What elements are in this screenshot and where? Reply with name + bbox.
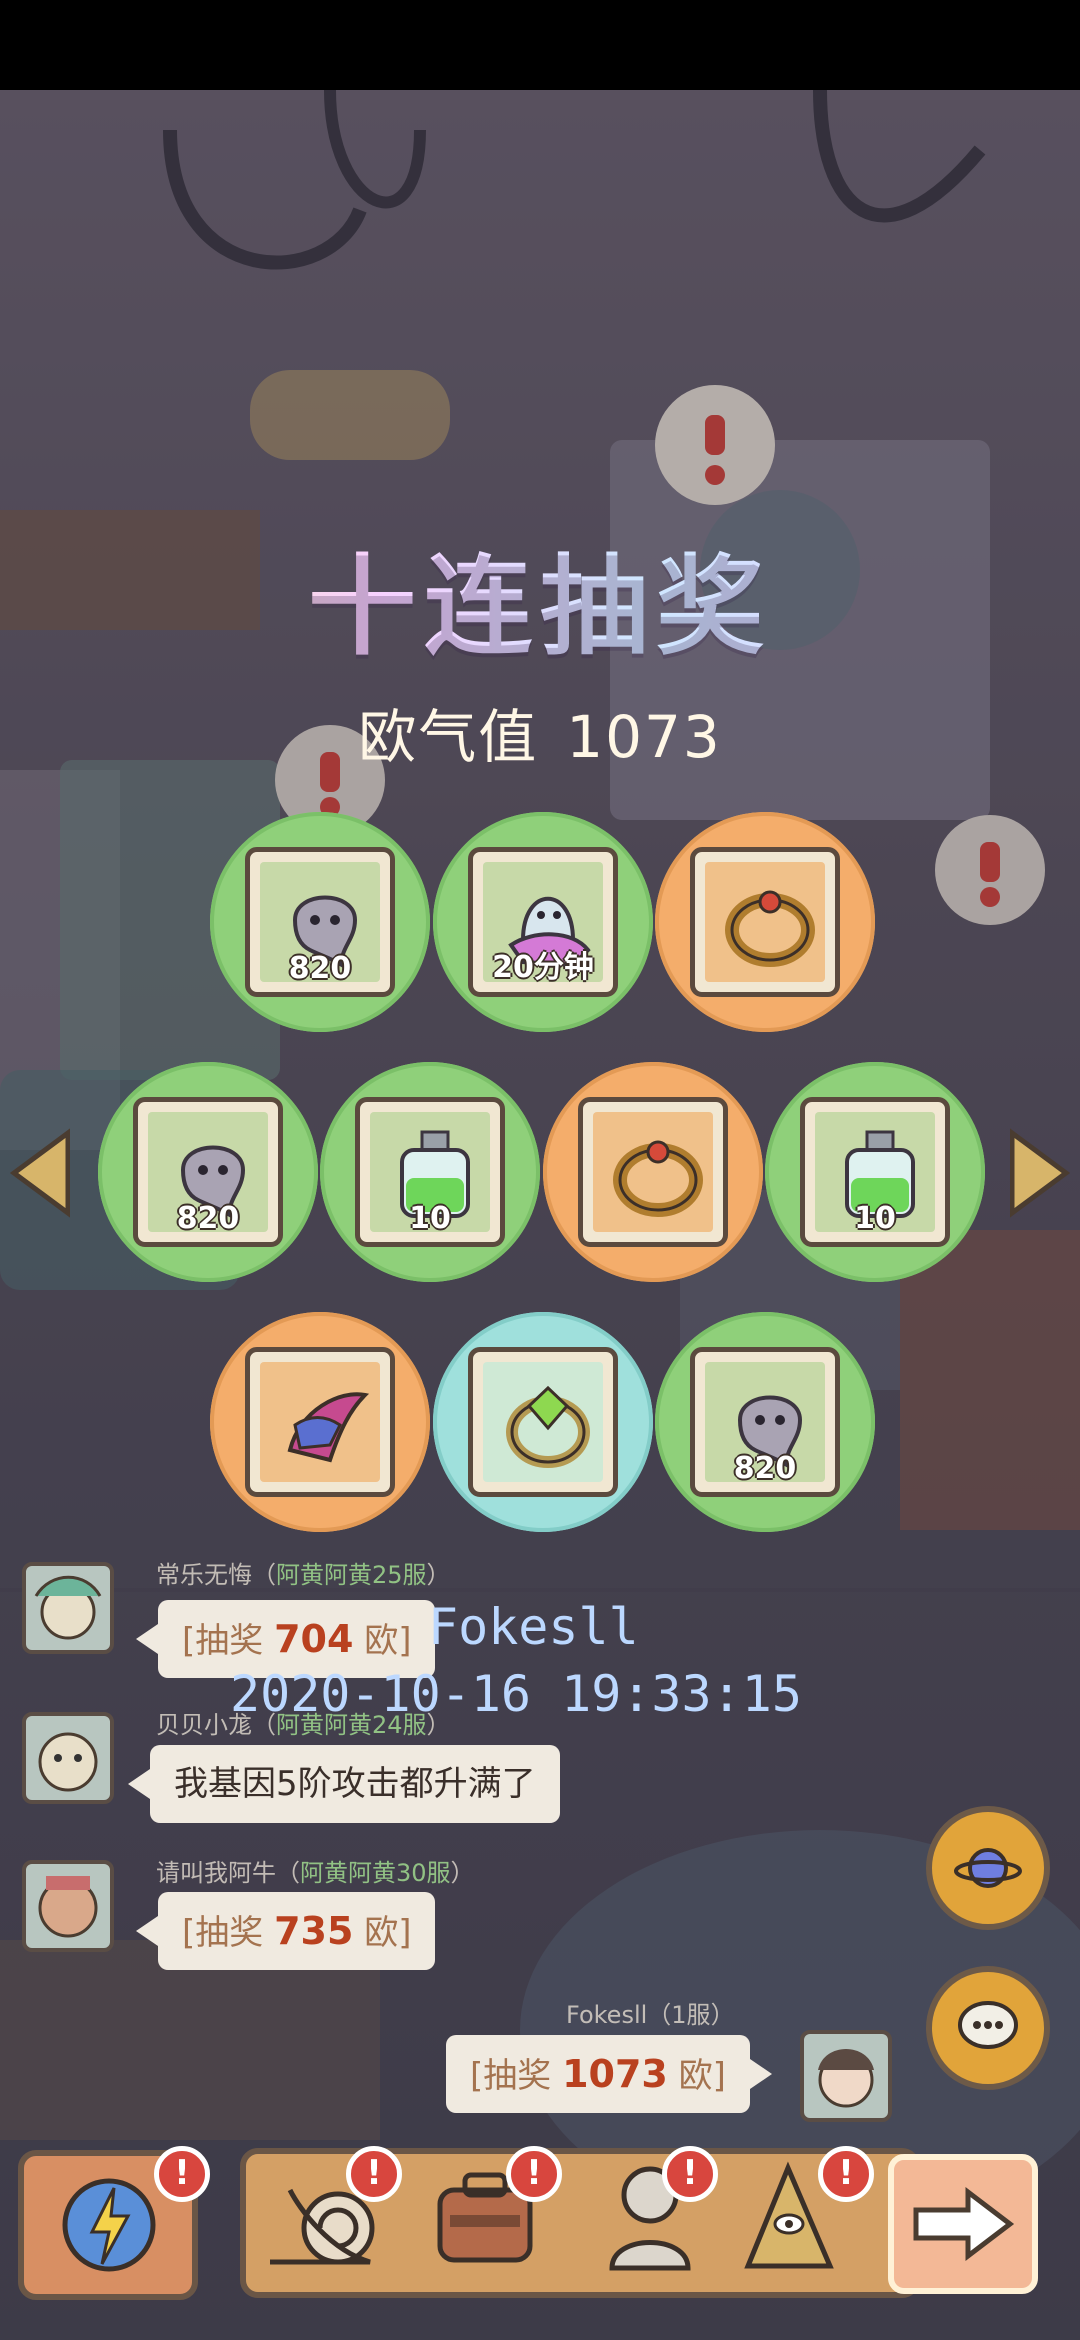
prize-slot[interactable] xyxy=(210,1312,430,1532)
prize-quantity: 10 xyxy=(854,1201,896,1236)
avatar[interactable] xyxy=(800,2030,892,2122)
chat-button[interactable] xyxy=(926,1966,1050,2090)
prize-quantity: 10 xyxy=(409,1201,451,1236)
avatar[interactable] xyxy=(22,1860,114,1952)
prize-slot[interactable]: 20分钟 xyxy=(433,812,653,1032)
prize-slot[interactable]: 10 xyxy=(765,1062,985,1282)
speech-bubble-icon xyxy=(958,2001,1018,2049)
prize-slot[interactable]: 820 xyxy=(210,812,430,1032)
prize-slot[interactable]: 820 xyxy=(655,1312,875,1532)
prize-card: 10 xyxy=(355,1097,505,1247)
prize-quantity: 820 xyxy=(733,1451,797,1486)
prize-quantity: 20分钟 xyxy=(492,950,594,985)
ring-icon xyxy=(725,890,815,967)
alert-badge: ! xyxy=(154,2146,210,2202)
prize-quantity: 820 xyxy=(288,951,352,986)
backpack-button[interactable]: ! xyxy=(420,2146,562,2290)
arrow-left-icon[interactable] xyxy=(10,1128,70,1218)
luck-value: 1073 xyxy=(566,703,722,771)
avatar[interactable] xyxy=(22,1562,114,1654)
chat-username: 常乐无悔（阿黄阿黄25服） xyxy=(156,1561,451,1589)
arrow-right-icon xyxy=(913,2186,1015,2262)
prize-quantity: 820 xyxy=(176,1201,240,1236)
prize-slot[interactable] xyxy=(433,1312,653,1532)
energy-button[interactable]: ! xyxy=(18,2146,210,2300)
prize-slot[interactable] xyxy=(655,812,875,1032)
chat-username: 请叫我阿牛（阿黄阿黄30服） xyxy=(156,1859,475,1887)
prize-slot[interactable]: 10 xyxy=(320,1062,540,1282)
prize-card xyxy=(245,1347,395,1497)
chat-bubble: [抽奖 1073 欧] xyxy=(446,2035,772,2113)
prize-card: 10 xyxy=(800,1097,950,1247)
alert-badge: ! xyxy=(346,2146,402,2202)
prize-card: 820 xyxy=(245,847,395,997)
statue-button[interactable]: ! xyxy=(590,2146,730,2290)
prize-card xyxy=(578,1097,728,1247)
luck-value-line: 欧气值 1073 xyxy=(0,690,1080,774)
planet-icon xyxy=(954,1848,1022,1888)
arrow-right-icon[interactable] xyxy=(1010,1128,1070,1218)
status-bar xyxy=(0,0,1080,90)
watermark-user: Fokesll xyxy=(428,1598,639,1656)
lottery-title: 十连抽奖 xyxy=(0,520,1080,676)
avatar[interactable] xyxy=(22,1712,114,1804)
chat-bubble: 我基因5阶攻击都升满了 xyxy=(128,1745,560,1823)
gem-ring-icon xyxy=(506,1385,590,1468)
alert-badge: ! xyxy=(662,2146,718,2202)
luck-label: 欧气值 xyxy=(358,703,539,771)
next-button[interactable] xyxy=(888,2154,1038,2294)
alert-badge: ! xyxy=(506,2146,562,2202)
wing-icon xyxy=(287,1392,370,1463)
world-chat-button[interactable] xyxy=(926,1806,1050,1930)
prize-slot[interactable] xyxy=(543,1062,763,1282)
prize-card xyxy=(690,847,840,997)
watermark-time: 2020-10-16 19:33:15 xyxy=(230,1665,802,1723)
snail-button[interactable]: ! xyxy=(260,2146,402,2290)
lightning-compass-icon xyxy=(62,2178,156,2272)
prize-slot[interactable]: 820 xyxy=(98,1062,318,1282)
prize-card xyxy=(468,1347,618,1497)
chat-bubble: [抽奖 735 欧] xyxy=(136,1892,436,1970)
prize-card: 820 xyxy=(133,1097,283,1247)
prize-card: 20分钟 xyxy=(468,847,618,997)
prize-card: 820 xyxy=(690,1347,840,1497)
alert-badge: ! xyxy=(818,2146,874,2202)
chat-username: Fokesll（1服） xyxy=(566,2001,735,2029)
pyramid-button[interactable]: ! xyxy=(738,2146,878,2290)
ring-icon xyxy=(613,1140,703,1217)
